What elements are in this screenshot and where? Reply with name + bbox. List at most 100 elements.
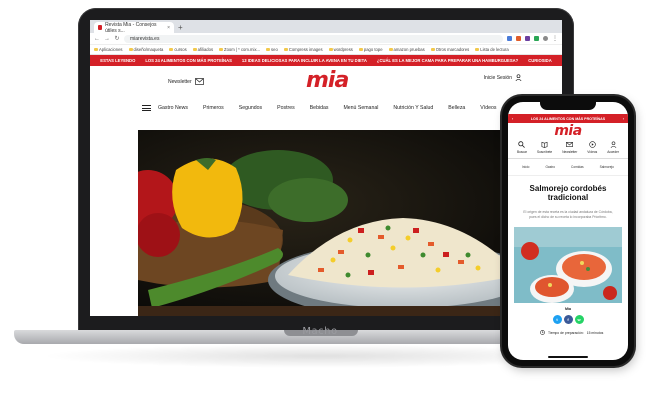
newsletter-link[interactable]: Newsletter xyxy=(168,78,204,85)
search-icon xyxy=(518,141,526,148)
phone-home-indicator xyxy=(548,356,588,358)
article-lead: El origen de esta receta es la ciudad an… xyxy=(523,210,613,219)
avatar[interactable] xyxy=(543,36,548,41)
laptop-brand-label: Macho xyxy=(302,326,338,337)
nav-item[interactable]: Menú Semanal xyxy=(343,105,378,111)
phone-login-button[interactable]: Acceder xyxy=(607,141,619,156)
nav-item[interactable]: Bebidas xyxy=(310,105,329,111)
twitter-icon[interactable]: t xyxy=(552,315,562,325)
new-tab-button[interactable]: + xyxy=(178,22,183,33)
breadcrumb-item[interactable]: Inicio xyxy=(522,165,529,169)
whatsapp-icon[interactable]: w xyxy=(574,315,584,325)
bookmark-item[interactable]: pago tope xyxy=(358,47,383,52)
phone-search-button[interactable]: Buscar xyxy=(517,141,527,156)
browser-tabbar: Revista Mia - Consejos útiles s... × + xyxy=(90,20,562,34)
forward-icon[interactable]: → xyxy=(104,36,110,42)
promo-link[interactable]: CURIOSIDA xyxy=(528,58,552,63)
browser-tab[interactable]: Revista Mia - Consejos útiles s... × xyxy=(94,21,174,34)
nav-item[interactable]: Nutrición Y Salud xyxy=(393,105,433,111)
phone-logo[interactable]: mia xyxy=(508,123,628,139)
breadcrumb-item[interactable]: Salmorejo xyxy=(600,165,614,169)
reload-icon[interactable]: ↻ xyxy=(114,35,120,42)
phone-subscribe-button[interactable]: Suscríbete xyxy=(537,141,552,156)
prep-label: Tiempo de preparación: xyxy=(548,330,584,335)
bookmark-item[interactable]: diseño/maqueta xyxy=(128,47,163,52)
bookmark-item[interactable]: cursos xyxy=(169,47,187,52)
play-icon xyxy=(589,141,596,148)
article-image[interactable] xyxy=(514,227,622,304)
phone-icon-label: Suscríbete xyxy=(536,150,553,154)
phone-icon-bar: Buscar Suscríbete Newsletter Vídeos Acce… xyxy=(508,139,628,159)
user-icon xyxy=(610,141,616,148)
mail-icon xyxy=(566,142,574,147)
address-bar: ← → ↻ miarevista.es ⋮ xyxy=(90,33,562,45)
bookmark-item[interactable]: amazon pruebas xyxy=(388,47,425,52)
bookmark-item[interactable]: Otros marcadores xyxy=(430,47,469,52)
promo-link[interactable]: LOS 24 ALIMENTOS CON MÁS PROTEÍNAS xyxy=(145,58,232,63)
user-icon xyxy=(515,74,522,81)
nav-item[interactable]: Segundos xyxy=(239,105,262,111)
site-nav: Gastro News Primeros Segundos Postres Be… xyxy=(90,96,562,120)
nav-item[interactable]: Vídeos xyxy=(480,105,496,111)
bookmarks-bar: Aplicaciones diseño/maqueta cursos afili… xyxy=(90,45,562,55)
nav-item[interactable]: Postres xyxy=(277,105,295,111)
bookmark-item[interactable]: wordpress xyxy=(328,47,353,52)
article-author[interactable]: Mía xyxy=(508,307,628,311)
bookmark-item[interactable]: Aplicaciones xyxy=(94,47,123,52)
bookmark-item[interactable]: afiliados xyxy=(192,47,213,52)
nav-item[interactable]: Primeros xyxy=(203,105,224,111)
promo-label: ESTAS LEYENDO xyxy=(100,58,136,63)
extension-icon[interactable] xyxy=(534,36,539,41)
clock-icon xyxy=(540,330,545,336)
site-logo[interactable]: mia xyxy=(306,68,349,93)
bookmark-item[interactable]: Zoom | * com.mix... xyxy=(219,47,260,52)
breadcrumb-item[interactable]: Gastro xyxy=(545,165,555,169)
close-tab-icon[interactable]: × xyxy=(167,25,170,31)
phone-icon-label: Buscar xyxy=(517,150,527,154)
phone-videos-button[interactable]: Vídeos xyxy=(587,141,597,156)
back-icon[interactable]: ← xyxy=(94,36,100,42)
mail-icon xyxy=(194,78,204,85)
phone-promo-link[interactable]: LOS 24 ALIMENTOS CON MÁS PROTEÍNAS xyxy=(531,117,605,121)
phone-icon-label: Vídeos xyxy=(587,150,598,154)
menu-icon[interactable]: ⋮ xyxy=(552,35,558,42)
chevron-right-icon[interactable]: › xyxy=(623,117,624,121)
login-label: Inicie Sesión xyxy=(483,74,512,81)
phone-icon-label: Newsletter xyxy=(562,150,578,154)
breadcrumb-item[interactable]: Comidas xyxy=(571,165,584,169)
bookmark-item[interactable]: Compress images xyxy=(283,47,323,52)
nav-item[interactable]: Belleza xyxy=(448,105,465,111)
laptop-screen: Revista Mia - Consejos útiles s... × + ←… xyxy=(90,20,562,316)
promo-link[interactable]: 13 IDEAS DELICIOSAS PARA INCLUIR LA AVEN… xyxy=(242,58,367,63)
breadcrumb: Inicio Gastro Comidas Salmorejo xyxy=(508,159,628,176)
facebook-icon[interactable]: f xyxy=(563,315,573,325)
phone-notch xyxy=(540,102,596,110)
phone-icon-label: Acceder xyxy=(607,150,619,154)
prep-time: Tiempo de preparación: 15 minutos xyxy=(508,330,628,336)
prep-value: 15 minutos xyxy=(586,330,604,335)
extension-icon[interactable] xyxy=(525,36,530,41)
newsletter-label: Newsletter xyxy=(168,78,192,85)
phone-screen: ‹ LOS 24 ALIMENTOS CON MÁS PROTEÍNAS › m… xyxy=(508,102,628,360)
nav-item[interactable]: Gastro News xyxy=(158,105,188,111)
login-link[interactable]: Inicie Sesión xyxy=(484,74,522,81)
extension-icon[interactable] xyxy=(507,36,512,41)
promo-bar: ESTAS LEYENDO LOS 24 ALIMENTOS CON MÁS P… xyxy=(90,55,562,66)
favicon-icon xyxy=(98,25,103,30)
hamburger-menu-icon[interactable] xyxy=(142,105,151,111)
phone-promo-bar: ‹ LOS 24 ALIMENTOS CON MÁS PROTEÍNAS › xyxy=(508,114,628,123)
social-share: t f w xyxy=(508,315,628,325)
url-text: miarevista.es xyxy=(130,35,160,42)
hero-image[interactable] xyxy=(138,130,562,316)
book-icon xyxy=(541,141,548,148)
site-header: Newsletter mia Inicie Sesión xyxy=(90,66,562,96)
chevron-left-icon[interactable]: ‹ xyxy=(512,117,513,121)
bookmark-item[interactable]: Lista de lectura xyxy=(475,47,509,52)
promo-link[interactable]: ¿CUÁL ES LA MEJOR CAMA PARA PREPARAR UNA… xyxy=(377,58,518,63)
tab-title: Revista Mia - Consejos útiles s... xyxy=(105,21,157,34)
bookmark-item[interactable]: seo xyxy=(266,47,278,52)
url-input[interactable]: miarevista.es xyxy=(124,34,503,43)
extension-icon[interactable] xyxy=(516,36,521,41)
phone-newsletter-button[interactable]: Newsletter xyxy=(562,141,577,156)
article-title: Salmorejo cordobés tradicional xyxy=(529,184,607,202)
